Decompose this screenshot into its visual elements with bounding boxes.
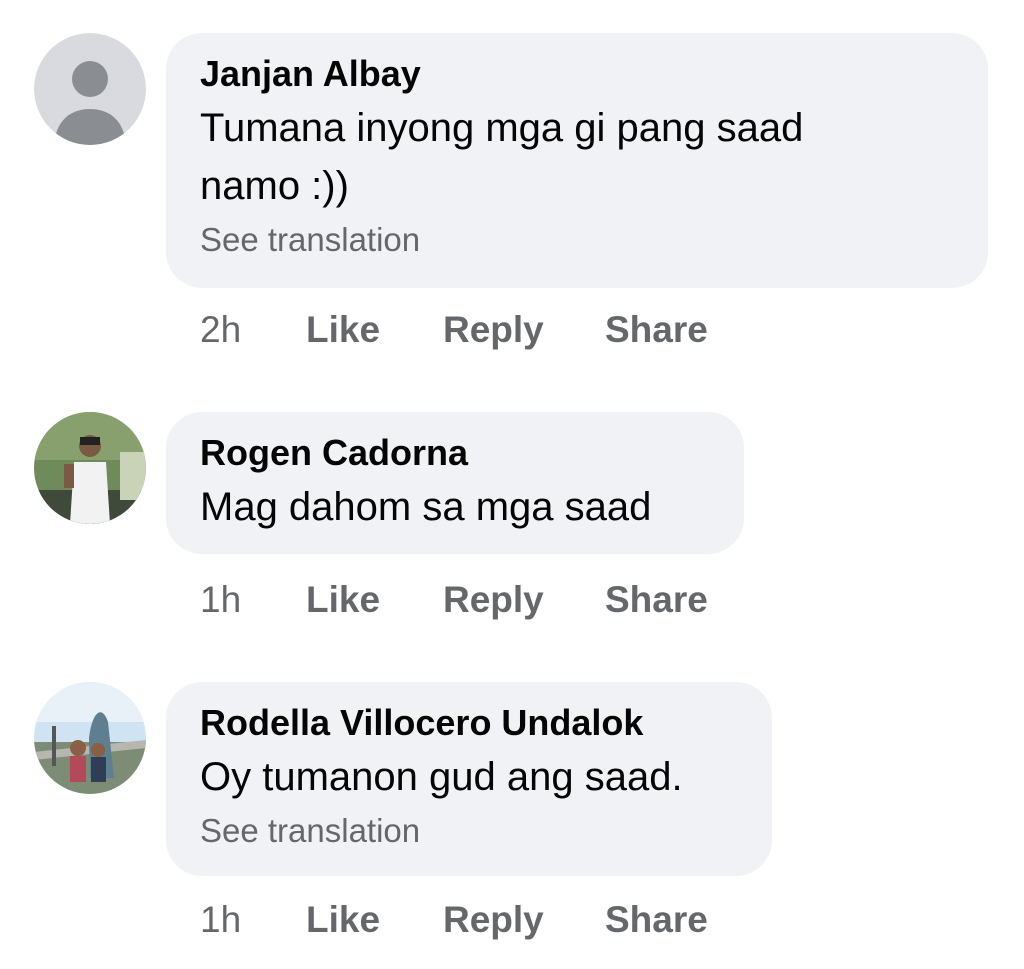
see-translation-link[interactable]: See translation [200,810,738,852]
comment-timestamp[interactable]: 1h [200,895,241,945]
comment-author[interactable]: Rodella Villocero Undalok [200,702,738,744]
comment-bubble: Rodella Villocero Undalok Oy tumanon gud… [166,682,772,876]
share-button[interactable]: Share [605,895,708,945]
photo-avatar-icon[interactable] [34,682,146,794]
like-button[interactable]: Like [306,895,380,945]
reply-button[interactable]: Reply [443,895,544,945]
comment-3: Rodella Villocero Undalok Oy tumanon gud… [0,0,1024,969]
comment-text-line-1: Oy tumanon gud ang saad. [200,755,683,799]
